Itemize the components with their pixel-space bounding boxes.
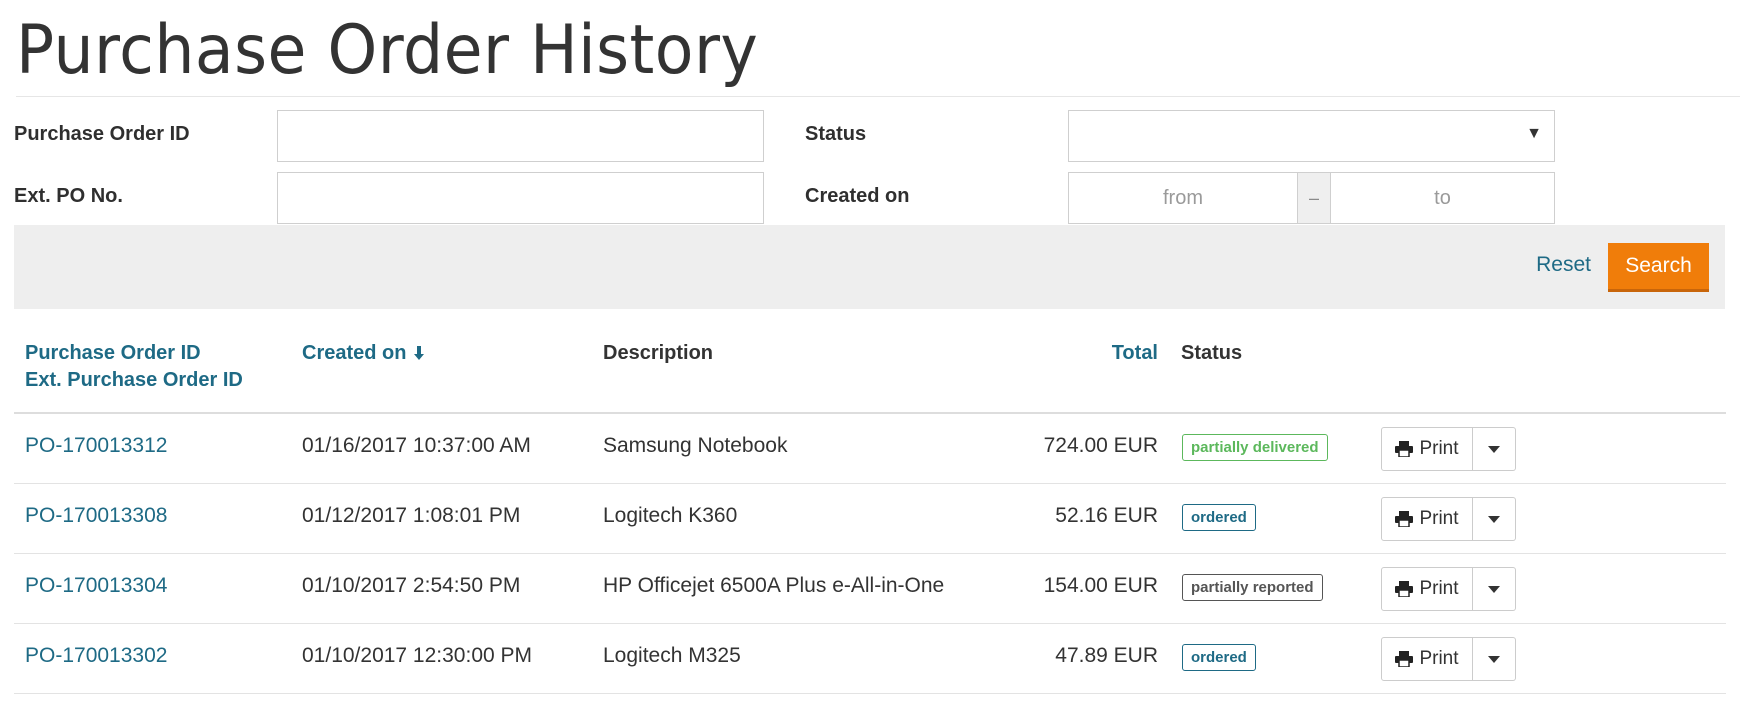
status-badge: ordered bbox=[1182, 644, 1256, 671]
status-badge: partially reported bbox=[1182, 574, 1323, 601]
description-cell: Samsung Notebook bbox=[603, 434, 788, 457]
ext-po-input[interactable] bbox=[277, 172, 764, 224]
header-status: Status bbox=[1181, 342, 1243, 364]
filter-form: Purchase Order ID Status ▼ Ext. PO No. C… bbox=[14, 97, 1726, 227]
description-cell: Logitech M325 bbox=[603, 644, 741, 667]
print-options-dropdown[interactable] bbox=[1473, 427, 1516, 471]
created-on-cell: 01/10/2017 12:30:00 PM bbox=[302, 644, 533, 667]
header-ext-po-id[interactable]: Ext. Purchase Order ID bbox=[25, 369, 243, 392]
print-button-group: Print bbox=[1381, 567, 1516, 611]
po-id-link[interactable]: PO-170013302 bbox=[25, 644, 167, 668]
reset-link[interactable]: Reset bbox=[1536, 253, 1591, 277]
print-button-group: Print bbox=[1381, 427, 1516, 471]
print-button[interactable]: Print bbox=[1381, 637, 1473, 681]
search-button[interactable]: Search bbox=[1608, 243, 1709, 292]
caret-down-icon bbox=[1488, 585, 1500, 593]
header-po-id[interactable]: Purchase Order ID bbox=[25, 342, 201, 365]
printer-icon bbox=[1395, 581, 1414, 597]
print-button-group: Print bbox=[1381, 497, 1516, 541]
print-button-label: Print bbox=[1419, 508, 1459, 529]
status-badge: ordered bbox=[1182, 504, 1256, 531]
print-button[interactable]: Print bbox=[1381, 567, 1473, 611]
status-select[interactable]: ▼ bbox=[1068, 110, 1555, 162]
print-button[interactable]: Print bbox=[1381, 497, 1473, 541]
header-description: Description bbox=[603, 342, 714, 364]
created-on-range: – bbox=[1068, 172, 1555, 224]
status-badge: partially delivered bbox=[1182, 434, 1328, 461]
table-row: PO-170013312 01/16/2017 10:37:00 AM Sams… bbox=[14, 414, 1726, 484]
printer-icon bbox=[1395, 441, 1414, 457]
po-id-link[interactable]: PO-170013308 bbox=[25, 504, 167, 528]
description-cell: HP Officejet 6500A Plus e-All-in-One bbox=[603, 574, 945, 597]
total-cell: 52.16 EUR bbox=[1055, 504, 1158, 527]
caret-down-icon bbox=[1488, 515, 1500, 523]
chevron-down-icon: ▼ bbox=[1526, 125, 1542, 142]
created-on-cell: 01/16/2017 10:37:00 AM bbox=[302, 434, 531, 457]
date-to-input[interactable] bbox=[1331, 173, 1554, 223]
description-cell: Logitech K360 bbox=[603, 504, 738, 527]
print-button[interactable]: Print bbox=[1381, 427, 1473, 471]
print-options-dropdown[interactable] bbox=[1473, 637, 1516, 681]
caret-down-icon bbox=[1488, 445, 1500, 453]
page: Purchase Order History Purchase Order ID… bbox=[0, 0, 1740, 728]
orders-table: Purchase Order ID Ext. Purchase Order ID… bbox=[14, 332, 1726, 694]
print-button-label: Print bbox=[1419, 578, 1459, 599]
print-button-label: Print bbox=[1419, 648, 1459, 669]
date-range-separator: – bbox=[1297, 173, 1331, 223]
po-id-link[interactable]: PO-170013304 bbox=[25, 574, 167, 598]
caret-down-icon bbox=[1488, 655, 1500, 663]
print-button-label: Print bbox=[1419, 438, 1459, 459]
created-on-cell: 01/10/2017 2:54:50 PM bbox=[302, 574, 521, 597]
header-created-on[interactable]: Created on bbox=[302, 342, 426, 365]
table-row: PO-170013304 01/10/2017 2:54:50 PM HP Of… bbox=[14, 554, 1726, 624]
print-options-dropdown[interactable] bbox=[1473, 567, 1516, 611]
ext-po-label: Ext. PO No. bbox=[14, 185, 123, 207]
created-on-cell: 01/12/2017 1:08:01 PM bbox=[302, 504, 521, 527]
total-cell: 154.00 EUR bbox=[1043, 574, 1158, 597]
filter-action-bar: Reset Search bbox=[14, 225, 1725, 309]
print-button-group: Print bbox=[1381, 637, 1516, 681]
table-row: PO-170013308 01/12/2017 1:08:01 PM Logit… bbox=[14, 484, 1726, 554]
po-id-link[interactable]: PO-170013312 bbox=[25, 434, 167, 458]
header-total[interactable]: Total bbox=[1112, 342, 1158, 365]
created-on-label: Created on bbox=[805, 185, 910, 207]
total-cell: 47.89 EUR bbox=[1055, 644, 1158, 667]
po-id-label: Purchase Order ID bbox=[14, 123, 190, 145]
po-id-input[interactable] bbox=[277, 110, 764, 162]
table-header-row: Purchase Order ID Ext. Purchase Order ID… bbox=[14, 332, 1726, 414]
page-title: Purchase Order History bbox=[16, 11, 759, 90]
table-row: PO-170013302 01/10/2017 12:30:00 PM Logi… bbox=[14, 624, 1726, 694]
print-options-dropdown[interactable] bbox=[1473, 497, 1516, 541]
printer-icon bbox=[1395, 651, 1414, 667]
total-cell: 724.00 EUR bbox=[1043, 434, 1158, 457]
status-label: Status bbox=[805, 123, 867, 145]
printer-icon bbox=[1395, 511, 1414, 527]
date-from-input[interactable] bbox=[1069, 173, 1297, 223]
sort-descending-icon bbox=[414, 346, 425, 360]
header-created-on-label: Created on bbox=[302, 342, 407, 364]
